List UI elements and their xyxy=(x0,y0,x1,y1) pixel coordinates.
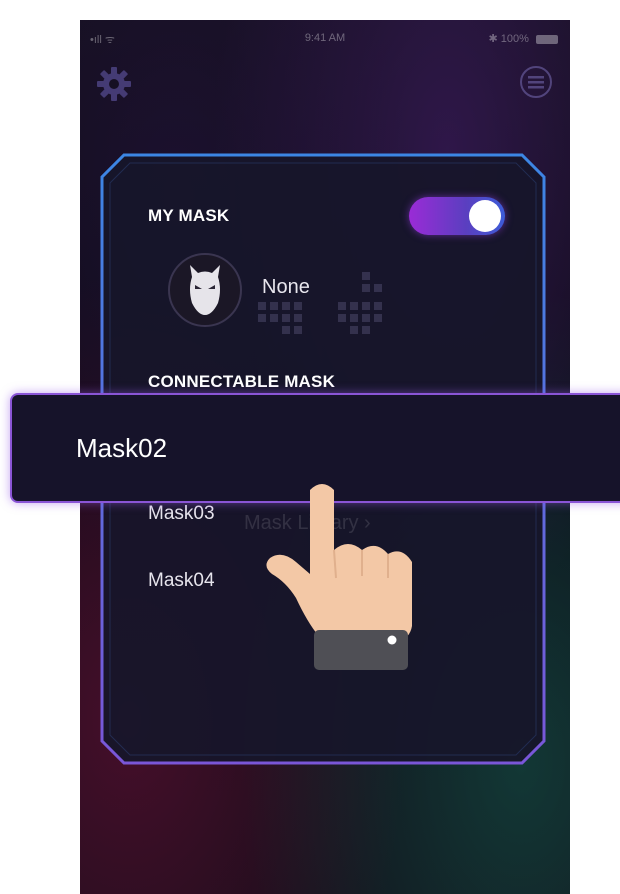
hand-pointer-icon xyxy=(266,484,412,670)
gear-icon[interactable] xyxy=(94,64,134,104)
list-item-mask03[interactable]: Mask03 xyxy=(148,503,215,525)
selected-mask-name: None xyxy=(262,276,310,298)
menu-icon[interactable] xyxy=(518,64,554,100)
avatar xyxy=(168,253,242,327)
mask-icon xyxy=(190,265,220,315)
my-mask-heading: MY MASK xyxy=(148,206,230,225)
toggle-knob[interactable] xyxy=(469,200,501,232)
battery-text: ✱ 100% xyxy=(488,33,529,45)
status-bar: •ıll ᯤ 9:41 AM ✱ 100% xyxy=(80,28,570,48)
mask-toggle[interactable] xyxy=(409,197,505,235)
battery-indicator: ✱ 100% xyxy=(489,32,558,45)
list-item-mask04[interactable]: Mask04 xyxy=(148,570,215,592)
connectable-mask-heading: CONNECTABLE MASK xyxy=(148,372,336,391)
list-item-label: Mask02 xyxy=(76,433,168,463)
battery-icon xyxy=(536,34,558,44)
